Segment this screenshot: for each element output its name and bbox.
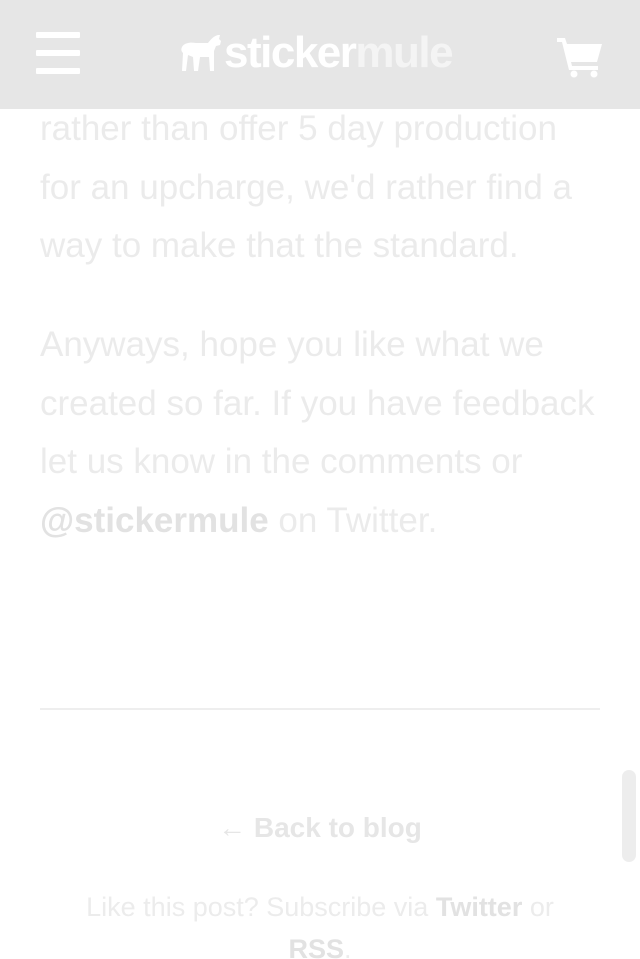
cart-glyph xyxy=(557,38,602,78)
mule-logo-icon xyxy=(181,35,221,71)
back-to-blog-link[interactable]: ← Back to blog xyxy=(0,808,640,848)
section-divider xyxy=(40,708,600,710)
top-nav-bar: stickermule xyxy=(0,0,640,109)
subscribe-or: or xyxy=(522,892,554,922)
scrollbar-thumb[interactable] xyxy=(622,770,636,862)
stickermule-logo[interactable]: stickermule xyxy=(178,28,454,78)
hamburger-menu-icon[interactable] xyxy=(36,32,82,74)
subscribe-rss-link[interactable]: RSS xyxy=(288,934,344,959)
page: stickermule rather than offer 5 day prod… xyxy=(0,0,640,959)
left-arrow-icon: ← xyxy=(218,812,247,843)
paragraph-text: Anyways, hope you like what we created s… xyxy=(40,325,595,481)
subscribe-period: . xyxy=(344,934,352,959)
article-paragraph: rather than offer 5 day production for a… xyxy=(40,109,573,265)
logo-wordmark: stickermule xyxy=(224,28,454,78)
article-paragraph: Anyways, hope you like what we created s… xyxy=(40,316,600,550)
menu-bar-line xyxy=(36,50,80,56)
logo-text-mule: mule xyxy=(355,28,453,77)
subscribe-twitter-link[interactable]: Twitter xyxy=(436,892,523,922)
shopping-cart-icon[interactable] xyxy=(556,36,604,78)
menu-bar-line xyxy=(36,68,80,74)
subscribe-text: Like this post? Subscribe via Twitter or… xyxy=(60,886,580,959)
twitter-handle-link[interactable]: @stickermule xyxy=(40,501,269,540)
subscribe-prefix: Like this post? Subscribe via xyxy=(86,892,436,922)
back-to-blog-label: Back to blog xyxy=(253,812,422,843)
menu-bar-line xyxy=(36,32,80,38)
paragraph-text: on Twitter. xyxy=(268,500,438,540)
logo-text-sticker: sticker xyxy=(224,28,357,77)
